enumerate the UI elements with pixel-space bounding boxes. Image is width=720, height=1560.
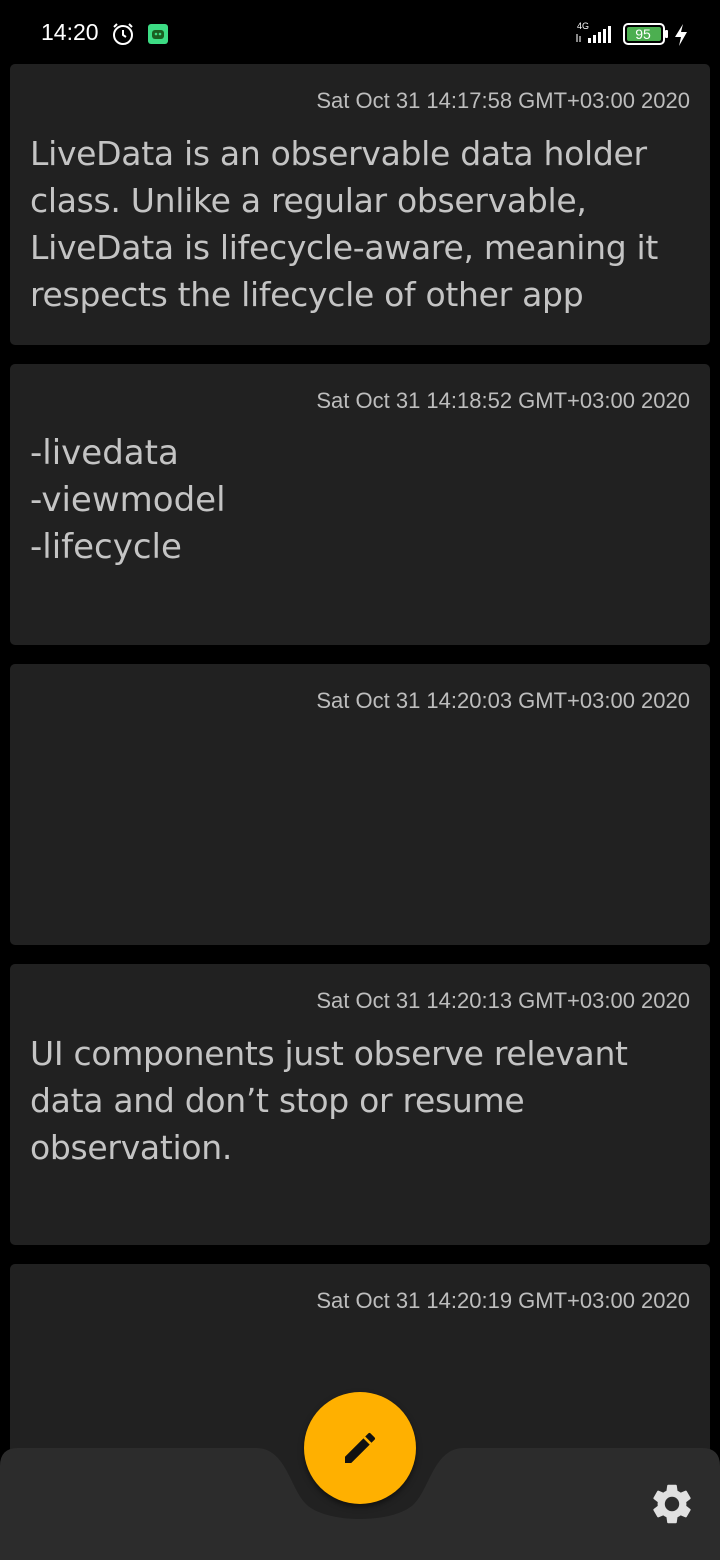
battery-icon: 95 [623,23,669,45]
note-date: Sat Oct 31 14:18:52 GMT+03:00 2020 [316,388,690,413]
alarm-icon [113,23,133,45]
gear-icon[interactable] [648,1480,696,1528]
note-card[interactable]: Sat Oct 31 14:20:13 GMT+03:00 2020 UI co… [10,964,710,1245]
charging-icon [675,24,687,46]
note-card[interactable]: Sat Oct 31 14:18:52 GMT+03:00 2020 -live… [10,364,710,645]
note-text: -livedata -viewmodel -lifecycle [30,433,226,567]
note-text: UI components just observe relevant data… [30,1034,628,1167]
note-card[interactable]: Sat Oct 31 14:20:03 GMT+03:00 2020 [10,664,710,945]
app-notification-icon [148,24,168,44]
status-bar: 14:20 4G 95 [0,0,720,62]
note-date: Sat Oct 31 14:17:58 GMT+03:00 2020 [316,88,690,113]
note-date: Sat Oct 31 14:20:19 GMT+03:00 2020 [316,1288,690,1313]
note-text [30,730,700,918]
signal-icon: 4G [576,21,611,43]
notes-list[interactable]: Sat Oct 31 14:17:58 GMT+03:00 2020 LiveD… [0,62,720,1560]
battery-level: 95 [635,26,651,42]
note-date: Sat Oct 31 14:20:03 GMT+03:00 2020 [316,688,690,713]
status-time: 14:20 [41,19,99,45]
note-date: Sat Oct 31 14:20:13 GMT+03:00 2020 [316,988,690,1013]
note-text: LiveData is an observable data holder cl… [30,134,659,314]
svg-text:4G: 4G [577,21,589,31]
note-card[interactable]: Sat Oct 31 14:17:58 GMT+03:00 2020 LiveD… [10,64,710,345]
pencil-icon [345,1432,376,1463]
edit-note-button[interactable] [304,1392,416,1504]
